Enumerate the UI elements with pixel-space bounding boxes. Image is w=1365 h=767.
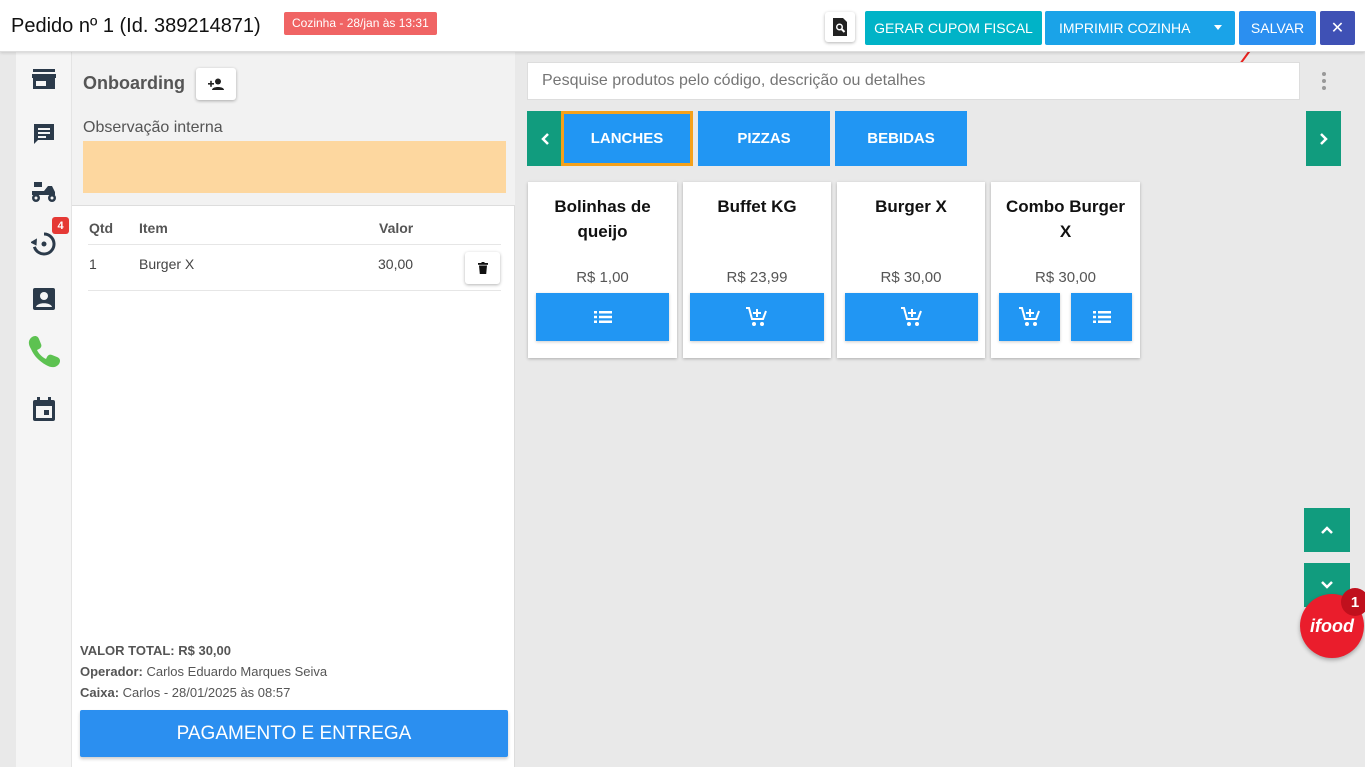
cart-add-icon xyxy=(1018,307,1040,326)
document-search-icon xyxy=(833,18,847,36)
add-to-cart-button[interactable] xyxy=(845,293,978,341)
product-name: Buffet KG xyxy=(717,197,797,216)
list-icon xyxy=(1092,311,1111,323)
product-price: R$ 30,00 xyxy=(880,269,942,286)
list-icon xyxy=(593,311,612,323)
add-to-cart-button[interactable] xyxy=(999,293,1060,341)
operator-value: Carlos Eduardo Marques Seiva xyxy=(146,664,328,679)
item-value: 30,00 xyxy=(378,256,414,272)
customer-name: Onboarding xyxy=(83,73,185,93)
column-qty: Qtd xyxy=(89,220,114,236)
category-prev-button[interactable] xyxy=(527,111,562,166)
internal-note-field[interactable] xyxy=(83,141,506,193)
kitchen-status-badge: Cozinha - 28/jan às 13:31 xyxy=(284,12,437,35)
order-items-header: Qtd Item Valor xyxy=(88,220,501,245)
payment-delivery-button[interactable]: PAGAMENTO E ENTREGA xyxy=(80,710,508,757)
print-kitchen-button[interactable]: IMPRIMIR COZINHA xyxy=(1045,11,1235,45)
generate-fiscal-coupon-button[interactable]: GERAR CUPOM FISCAL xyxy=(865,11,1042,45)
chevron-down-icon xyxy=(1321,581,1333,589)
chevron-up-icon xyxy=(1321,526,1333,534)
delete-item-button[interactable] xyxy=(465,252,500,284)
add-to-cart-button[interactable] xyxy=(690,293,824,341)
print-kitchen-label: IMPRIMIR COZINHA xyxy=(1059,20,1191,36)
top-bar: Pedido nº 1 (Id. 389214871) Cozinha - 28… xyxy=(0,0,1365,52)
product-search-input[interactable] xyxy=(527,62,1300,100)
more-options-icon[interactable] xyxy=(1315,70,1333,92)
product-options-button[interactable] xyxy=(1071,293,1132,341)
category-bebidas[interactable]: BEBIDAS xyxy=(835,111,967,166)
table-row: 1 Burger X 30,00 xyxy=(88,246,501,291)
product-card: Burger X R$ 30,00 xyxy=(837,182,985,358)
contact-card-icon[interactable] xyxy=(30,285,58,313)
product-card: Buffet KG R$ 23,99 xyxy=(683,182,831,358)
product-price: R$ 1,00 xyxy=(576,269,629,286)
operator-label: Operador: xyxy=(80,664,143,679)
trash-icon xyxy=(477,262,488,274)
notification-badge: 4 xyxy=(52,217,69,234)
left-icon-rail: 4 xyxy=(16,52,72,767)
order-panel: Onboarding Observação interna Qtd Item V… xyxy=(72,52,515,767)
order-panel-header: Onboarding Observação interna xyxy=(72,52,515,206)
phone-icon[interactable] xyxy=(26,333,62,369)
column-item: Item xyxy=(139,220,168,236)
item-qty: 1 xyxy=(89,256,97,272)
product-price: R$ 23,99 xyxy=(726,269,788,286)
order-summary: VALOR TOTAL: R$ 30,00 Operador: Carlos E… xyxy=(80,640,327,703)
calendar-icon[interactable] xyxy=(30,395,58,423)
total-line: VALOR TOTAL: R$ 30,00 xyxy=(80,640,327,661)
print-preview-button[interactable] xyxy=(825,12,855,42)
category-lanches[interactable]: LANCHES xyxy=(561,111,693,166)
cart-add-icon xyxy=(746,307,767,326)
order-title: Pedido nº 1 (Id. 389214871) xyxy=(11,15,261,37)
product-options-button[interactable] xyxy=(536,293,669,341)
delivery-scooter-icon[interactable] xyxy=(30,177,58,205)
caret-down-icon[interactable] xyxy=(1214,25,1222,30)
store-icon[interactable] xyxy=(30,65,58,93)
cart-add-icon xyxy=(900,307,922,326)
cashier-line: Caixa: Carlos - 28/01/2025 às 08:57 xyxy=(80,682,327,703)
item-name: Burger X xyxy=(139,256,195,272)
close-button[interactable]: ✕ xyxy=(1320,11,1355,45)
cashier-label: Caixa: xyxy=(80,685,120,700)
total-value: R$ 30,00 xyxy=(178,643,231,658)
product-price: R$ 30,00 xyxy=(1035,269,1096,286)
cashier-value: Carlos - 28/01/2025 às 08:57 xyxy=(122,685,291,700)
person-add-icon xyxy=(208,78,224,90)
operator-line: Operador: Carlos Eduardo Marques Seiva xyxy=(80,661,327,682)
total-label: VALOR TOTAL: xyxy=(80,643,175,658)
product-card: Combo Burger X R$ 30,00 xyxy=(991,182,1140,358)
internal-note-label: Observação interna xyxy=(83,119,223,136)
add-customer-button[interactable] xyxy=(196,68,236,100)
scroll-up-button[interactable] xyxy=(1304,508,1350,552)
message-icon[interactable] xyxy=(30,120,58,148)
product-name: Combo Burger X xyxy=(1006,197,1125,241)
category-next-button[interactable] xyxy=(1306,111,1341,166)
history-icon[interactable] xyxy=(30,230,58,258)
product-card: Bolinhas de queijo R$ 1,00 xyxy=(528,182,677,358)
product-name: Burger X xyxy=(875,197,947,216)
category-pizzas[interactable]: PIZZAS xyxy=(698,111,830,166)
ifood-badge: 1 xyxy=(1341,588,1365,616)
column-value: Valor xyxy=(379,220,414,236)
product-name: Bolinhas de queijo xyxy=(554,197,651,241)
chevron-left-icon xyxy=(540,132,549,145)
chevron-right-icon xyxy=(1319,132,1328,145)
save-button[interactable]: SALVAR xyxy=(1239,11,1316,45)
